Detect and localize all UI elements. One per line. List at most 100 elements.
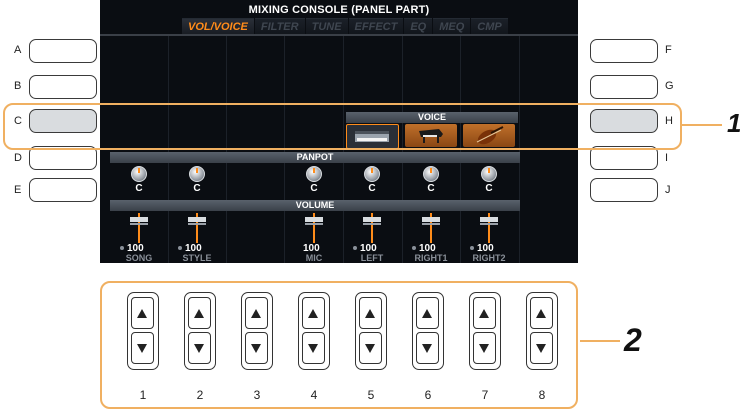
up-button-1[interactable] bbox=[131, 297, 154, 329]
up-button-3[interactable] bbox=[245, 297, 268, 329]
pan-value: C bbox=[135, 183, 143, 194]
tab-cmp[interactable]: CMP bbox=[471, 18, 508, 35]
up-button-5[interactable] bbox=[359, 297, 382, 329]
button-label-f: F bbox=[665, 44, 672, 56]
down-button-3[interactable] bbox=[245, 332, 268, 364]
up-arrow-icon bbox=[365, 309, 375, 318]
button-label-i: I bbox=[665, 152, 669, 164]
callout-highlight-2 bbox=[100, 281, 578, 409]
channel-label-song: SONG bbox=[125, 253, 153, 263]
screen-button-j[interactable] bbox=[590, 178, 658, 202]
pan-value: C bbox=[193, 183, 201, 194]
pan-value: C bbox=[427, 183, 435, 194]
callout-leader-1 bbox=[682, 124, 722, 126]
knob-icon bbox=[423, 166, 439, 182]
button-number-3: 3 bbox=[253, 388, 261, 402]
down-arrow-icon bbox=[536, 344, 546, 353]
button-label-j: J bbox=[665, 184, 671, 196]
knob-icon bbox=[481, 166, 497, 182]
volume-section-header: VOLUME bbox=[110, 200, 520, 211]
up-down-button-5 bbox=[355, 292, 387, 370]
tab-eq[interactable]: EQ bbox=[404, 18, 433, 35]
up-down-button-4 bbox=[298, 292, 330, 370]
callout-leader-2 bbox=[580, 340, 620, 342]
tab-filter[interactable]: FILTER bbox=[254, 18, 305, 35]
up-button-8[interactable] bbox=[530, 297, 553, 329]
button-label-b: B bbox=[14, 80, 22, 92]
pan-value: C bbox=[368, 183, 376, 194]
volume-fader[interactable] bbox=[357, 213, 387, 243]
up-button-6[interactable] bbox=[416, 297, 439, 329]
volume-fader[interactable] bbox=[416, 213, 446, 243]
down-arrow-icon bbox=[194, 344, 204, 353]
button-number-1: 1 bbox=[139, 388, 147, 402]
channel-label-left: LEFT bbox=[360, 253, 384, 263]
down-button-5[interactable] bbox=[359, 332, 382, 364]
tab-meq[interactable]: MEQ bbox=[433, 18, 471, 35]
channel-label-style: STYLE bbox=[182, 253, 212, 263]
pan-knob[interactable]: C bbox=[422, 166, 440, 194]
up-down-button-7 bbox=[469, 292, 501, 370]
down-arrow-icon bbox=[422, 344, 432, 353]
callout-number-2: 2 bbox=[624, 322, 642, 358]
pan-knob[interactable]: C bbox=[480, 166, 498, 194]
up-arrow-icon bbox=[479, 309, 489, 318]
down-button-6[interactable] bbox=[416, 332, 439, 364]
down-arrow-icon bbox=[365, 344, 375, 353]
tab-tune[interactable]: TUNE bbox=[305, 18, 348, 35]
up-down-button-2 bbox=[184, 292, 216, 370]
volume-fader[interactable] bbox=[182, 213, 212, 243]
down-arrow-icon bbox=[251, 344, 261, 353]
volume-fader[interactable] bbox=[299, 213, 329, 243]
knob-icon bbox=[189, 166, 205, 182]
up-arrow-icon bbox=[137, 309, 147, 318]
button-number-8: 8 bbox=[538, 388, 546, 402]
up-arrow-icon bbox=[308, 309, 318, 318]
tab-vol-voice[interactable]: VOL/VOICE bbox=[182, 18, 254, 35]
up-arrow-icon bbox=[422, 309, 432, 318]
down-arrow-icon bbox=[308, 344, 318, 353]
knob-icon bbox=[306, 166, 322, 182]
screen-title: MIXING CONSOLE (PANEL PART) bbox=[248, 4, 430, 16]
screen-button-f[interactable] bbox=[590, 39, 658, 63]
up-down-button-3 bbox=[241, 292, 273, 370]
down-button-7[interactable] bbox=[473, 332, 496, 364]
channel-label-right2: RIGHT2 bbox=[472, 253, 506, 263]
volume-fader[interactable] bbox=[124, 213, 154, 243]
button-number-7: 7 bbox=[481, 388, 489, 402]
down-arrow-icon bbox=[479, 344, 489, 353]
down-button-8[interactable] bbox=[530, 332, 553, 364]
callout-number-1: 1 bbox=[727, 108, 740, 139]
screen-button-a[interactable] bbox=[29, 39, 97, 63]
knob-icon bbox=[364, 166, 380, 182]
down-button-1[interactable] bbox=[131, 332, 154, 364]
button-label-g: G bbox=[665, 80, 674, 92]
pan-knob[interactable]: C bbox=[363, 166, 381, 194]
volume-fader[interactable] bbox=[474, 213, 504, 243]
callout-highlight-1 bbox=[3, 103, 682, 150]
down-button-2[interactable] bbox=[188, 332, 211, 364]
pan-knob[interactable]: C bbox=[188, 166, 206, 194]
up-down-button-8 bbox=[526, 292, 558, 370]
tab-effect[interactable]: EFFECT bbox=[348, 18, 404, 35]
down-button-4[interactable] bbox=[302, 332, 325, 364]
pan-knob[interactable]: C bbox=[305, 166, 323, 194]
screen-button-e[interactable] bbox=[29, 178, 97, 202]
panpot-section-header: PANPOT bbox=[110, 152, 520, 163]
screen-button-g[interactable] bbox=[590, 75, 658, 99]
screen-button-b[interactable] bbox=[29, 75, 97, 99]
up-down-button-6 bbox=[412, 292, 444, 370]
button-number-4: 4 bbox=[310, 388, 318, 402]
up-down-button-1 bbox=[127, 292, 159, 370]
tab-underline bbox=[100, 34, 578, 36]
button-number-6: 6 bbox=[424, 388, 432, 402]
pan-value: C bbox=[485, 183, 493, 194]
pan-knob[interactable]: C bbox=[130, 166, 148, 194]
button-label-e: E bbox=[14, 184, 22, 196]
up-button-2[interactable] bbox=[188, 297, 211, 329]
up-arrow-icon bbox=[536, 309, 546, 318]
up-button-7[interactable] bbox=[473, 297, 496, 329]
up-button-4[interactable] bbox=[302, 297, 325, 329]
pan-value: C bbox=[310, 183, 318, 194]
tab-bar: VOL/VOICE FILTER TUNE EFFECT EQ MEQ CMP bbox=[182, 18, 508, 35]
